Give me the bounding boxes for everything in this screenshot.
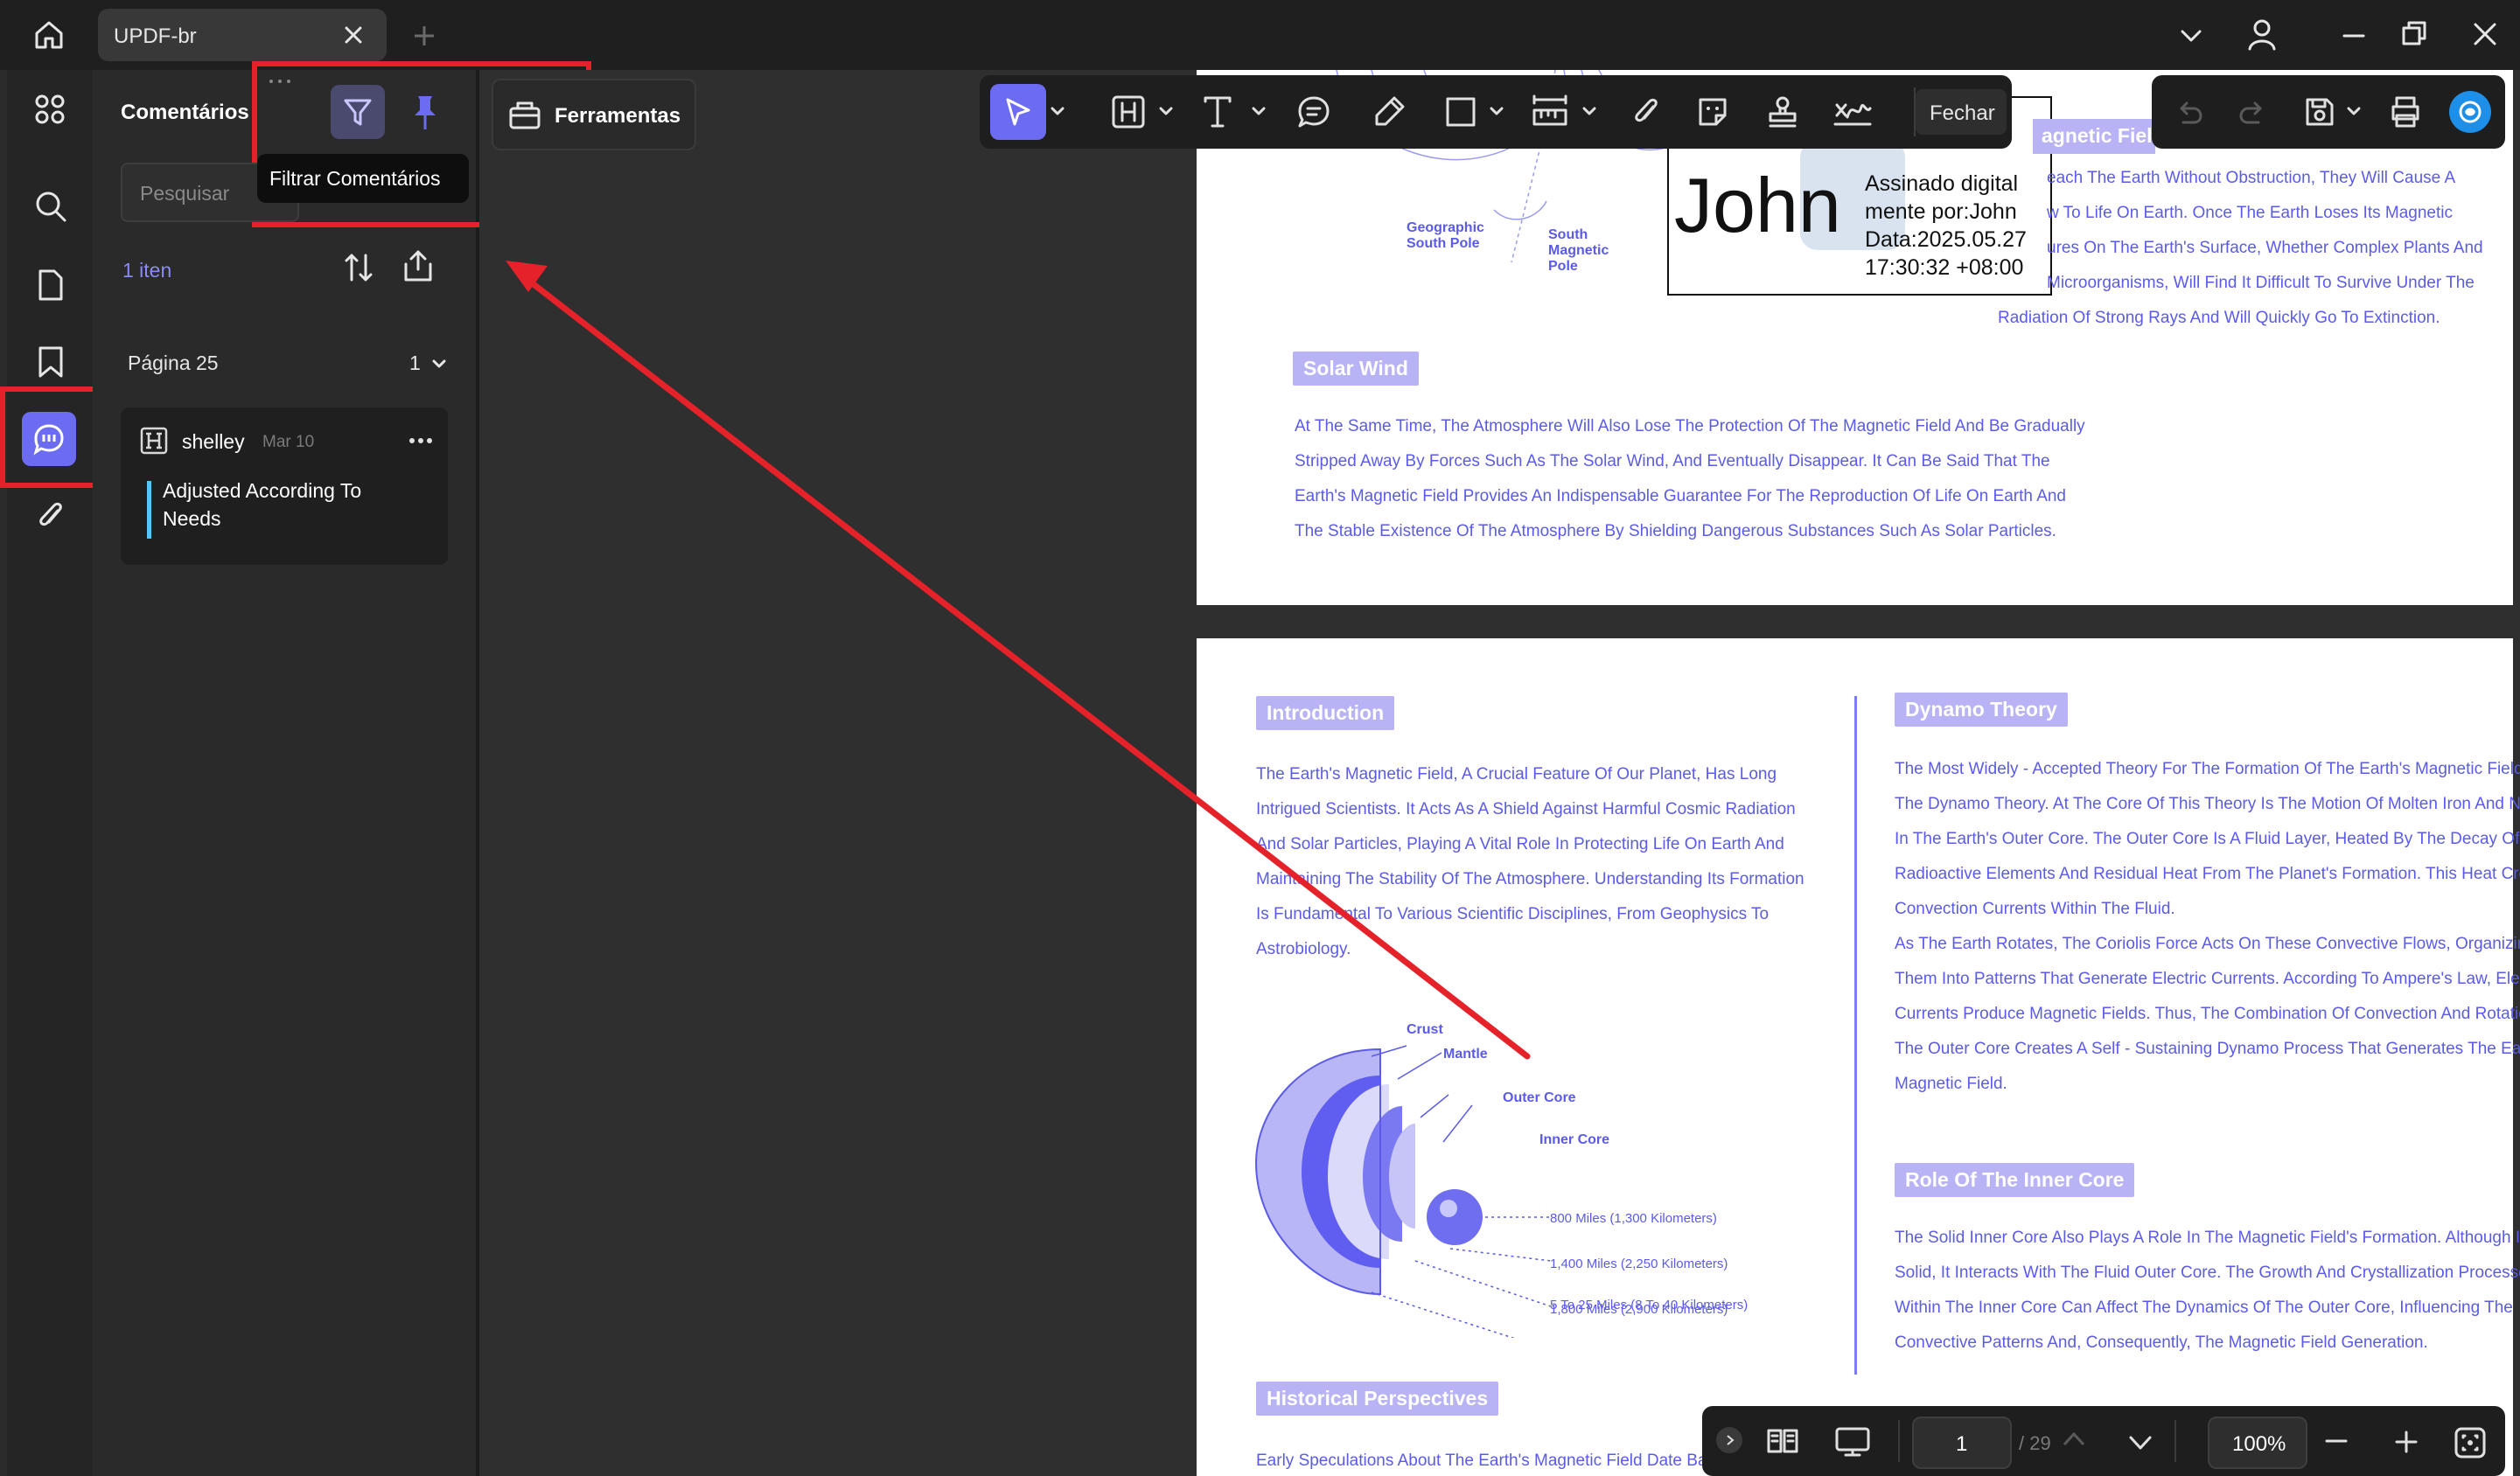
red-arrow-annotation (506, 261, 1531, 1060)
